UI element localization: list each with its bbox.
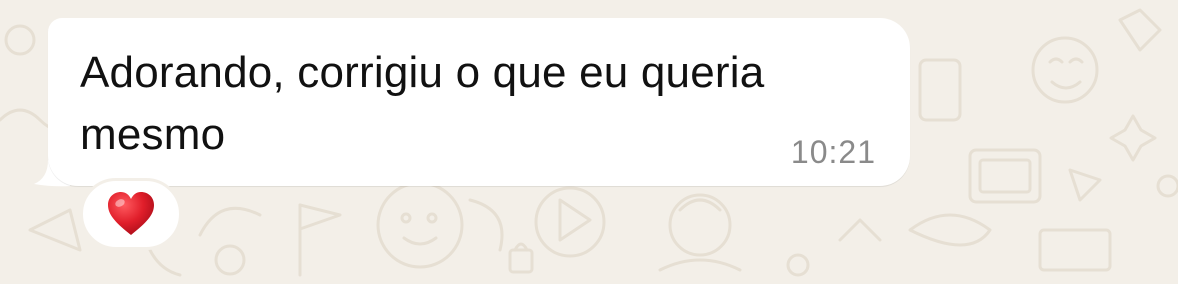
message-timestamp: 10:21 <box>790 134 876 170</box>
reaction-badge[interactable] <box>80 178 182 250</box>
message-bubble[interactable]: Adorando, corrigiu o que eu queria mesmo… <box>48 18 910 186</box>
message-text: Adorando, corrigiu o que eu queria mesmo <box>80 48 765 159</box>
red-heart-icon <box>108 192 154 235</box>
